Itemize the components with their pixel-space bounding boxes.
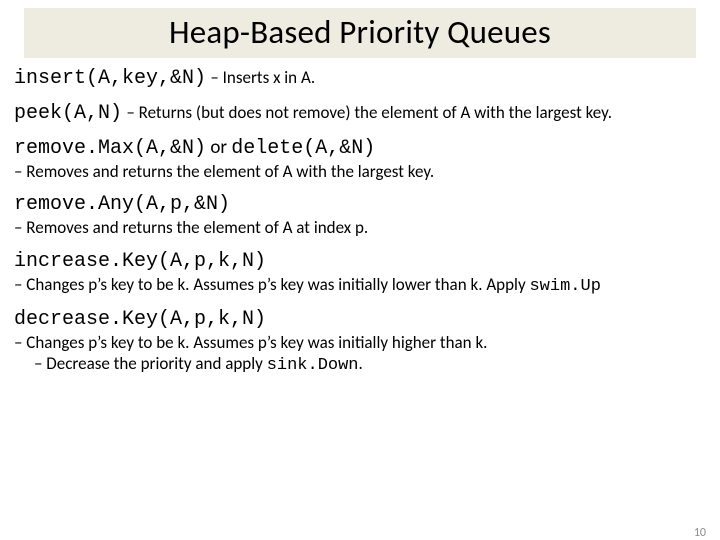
entry-peek: peek(A,N) – Returns (but does not remove… xyxy=(14,101,706,126)
sig-removemax-2: delete(A,&N) xyxy=(231,137,375,160)
slide: Heap-Based Priority Queues insert(A,key,… xyxy=(0,8,720,540)
entry-insert: insert(A,key,&N) – Inserts x in A. xyxy=(14,66,706,91)
desc-insert: – Inserts x in A. xyxy=(210,67,315,88)
desc-increasekey: – Changes p’s key to be k. Assumes p’s k… xyxy=(14,274,706,297)
sig-peek: peek(A,N) xyxy=(14,102,122,125)
sig-removemax-1: remove.Max(A,&N) xyxy=(14,137,206,160)
desc-removeany: – Removes and returns the element of A a… xyxy=(14,217,706,238)
code-swimup: swim.Up xyxy=(529,277,600,296)
slide-body: insert(A,key,&N) – Inserts x in A. peek(… xyxy=(0,58,720,377)
sig-decreasekey: decrease.Key(A,p,k,N) xyxy=(14,308,266,331)
desc-decreasekey: – Changes p’s key to be k. Assumes p’s k… xyxy=(14,332,706,353)
desc-removemax: – Removes and returns the element of A w… xyxy=(14,161,706,182)
sig-increasekey: increase.Key(A,p,k,N) xyxy=(14,250,266,273)
entry-decreasekey: decrease.Key(A,p,k,N) – Changes p’s key … xyxy=(14,307,706,377)
desc-increasekey-pre: – Changes p’s key to be k. Assumes p’s k… xyxy=(14,274,529,295)
page-title: Heap-Based Priority Queues xyxy=(24,12,696,52)
slide-number: 10 xyxy=(694,526,706,540)
sub-decreasekey: – Decrease the priority and apply sink.D… xyxy=(14,353,706,377)
entry-increasekey: increase.Key(A,p,k,N) – Changes p’s key … xyxy=(14,249,706,297)
entry-removeany: remove.Any(A,p,&N) – Removes and returns… xyxy=(14,192,706,238)
code-sinkdown: sink.Down xyxy=(267,356,359,375)
title-bar: Heap-Based Priority Queues xyxy=(24,8,696,58)
removemax-or: or xyxy=(206,136,231,159)
sub-decreasekey-pre: – Decrease the priority and apply xyxy=(34,353,267,374)
desc-peek: – Returns (but does not remove) the elem… xyxy=(126,102,612,123)
sub-decreasekey-post: . xyxy=(359,353,363,374)
sig-removeany: remove.Any(A,p,&N) xyxy=(14,193,230,216)
sig-insert: insert(A,key,&N) xyxy=(14,67,206,90)
entry-removemax: remove.Max(A,&N) or delete(A,&N) – Remov… xyxy=(14,136,706,182)
